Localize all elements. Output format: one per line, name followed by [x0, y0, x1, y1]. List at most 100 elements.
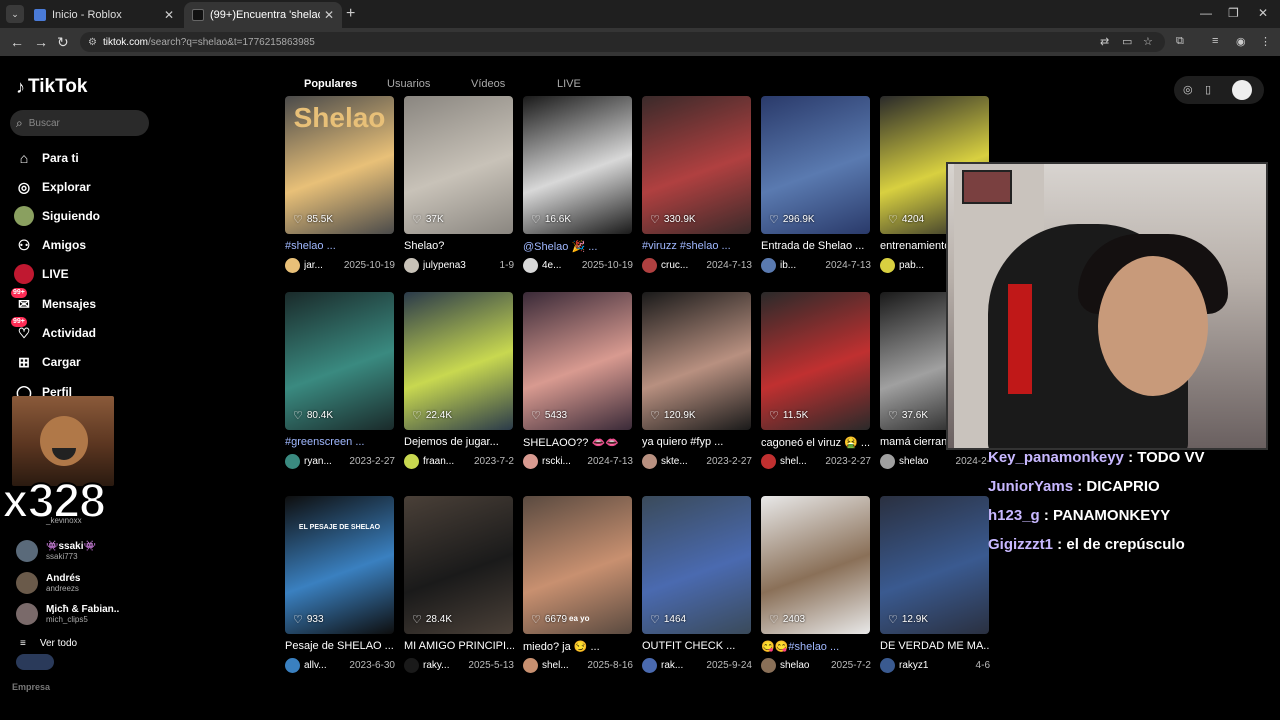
author-avatar[interactable] — [880, 258, 895, 273]
url-input[interactable]: ⚙ tiktok.com /search?q=shelao&t=17762158… — [80, 32, 1165, 52]
video-thumbnail[interactable]: ♡ 11.5K — [761, 292, 870, 430]
new-tab-icon[interactable]: + — [346, 5, 355, 23]
nav-para-ti[interactable]: ⌂ Para ti — [14, 148, 79, 168]
forward-icon[interactable]: → — [34, 34, 48, 50]
coins-icon[interactable]: ◎ — [1183, 83, 1193, 96]
video-thumbnail[interactable]: ♡ 296.9K — [761, 96, 870, 234]
minimize-icon[interactable]: — — [1200, 6, 1212, 20]
author-name[interactable]: 4e... — [542, 260, 578, 271]
author-avatar[interactable] — [523, 454, 538, 469]
author-avatar[interactable] — [880, 454, 895, 469]
video-title[interactable]: SHELAOO?? 👄👄 — [523, 436, 633, 450]
video-title[interactable]: OUTFIT CHECK ... — [642, 640, 752, 654]
author-avatar[interactable] — [404, 658, 419, 673]
site-info-icon[interactable]: ⚙ — [88, 37, 97, 48]
following-account[interactable]: Ӎicħ & Fabian.. mich_clips5 — [16, 603, 119, 625]
tiktok-logo[interactable]: ♪ TikTok — [16, 76, 87, 98]
video-card[interactable]: ♡ 120.9K ya quiero #fyp ... skte... 2023-2-2… — [642, 292, 752, 469]
browser-tab-roblox[interactable]: Inicio - Roblox ✕ — [26, 2, 182, 28]
author-name[interactable]: shel... — [542, 660, 583, 671]
video-title[interactable]: Dejemos de jugar... — [404, 436, 514, 450]
author-name[interactable]: rscki... — [542, 456, 583, 467]
close-window-icon[interactable]: ✕ — [1258, 6, 1268, 20]
author-name[interactable]: raky... — [423, 660, 464, 671]
profile-icon[interactable]: ◉ — [1236, 35, 1246, 48]
author-avatar[interactable] — [642, 454, 657, 469]
video-thumbnail[interactable]: EL PESAJE DE SHELAO ♡ 933 — [285, 496, 394, 634]
footer-empresa[interactable]: Empresa — [12, 682, 50, 692]
video-thumbnail[interactable]: ♡ 1464 — [642, 496, 751, 634]
author-name[interactable]: shel... — [780, 456, 821, 467]
video-card[interactable]: Shelao ♡ 85.5K #shelao ... jar... 2025-10-19 — [285, 96, 395, 273]
video-thumbnail[interactable]: ♡ 22.4K — [404, 292, 513, 430]
video-thumbnail[interactable]: ♡ 28.4K — [404, 496, 513, 634]
author-avatar[interactable] — [285, 454, 300, 469]
author-avatar[interactable] — [285, 258, 300, 273]
nav-siguiendo[interactable]: Siguiendo — [14, 206, 100, 226]
video-thumbnail[interactable]: ♡ 16.6K — [523, 96, 632, 234]
see-all-link[interactable]: ≡ Ver todo — [20, 638, 77, 649]
search-input[interactable]: ⌕ Buscar — [10, 110, 149, 136]
author-name[interactable]: julypena3 — [423, 260, 496, 271]
video-thumbnail[interactable]: ♡ 37K — [404, 96, 513, 234]
author-name[interactable]: allv... — [304, 660, 345, 671]
video-title[interactable]: #greenscreen ... — [285, 436, 395, 450]
nav-live[interactable]: LIVE — [14, 264, 69, 284]
video-title[interactable]: 😋😋#shelao ... — [761, 640, 871, 654]
author-name[interactable]: ib... — [780, 260, 821, 271]
video-card[interactable]: ea yo ♡ 6679 miedo? ja 😏 ... shel... 2025-8-1… — [523, 496, 633, 673]
extensions-icon[interactable]: ⧉ — [1176, 35, 1184, 48]
nav-explorar[interactable]: ◎ Explorar — [14, 177, 91, 197]
video-card[interactable]: ♡ 330.9K #viruzz #shelao ... cruc... 2024-7-… — [642, 96, 752, 273]
back-icon[interactable]: ← — [10, 34, 24, 50]
video-card[interactable]: ♡ 5433 SHELAOO?? 👄👄 rscki... 2024-7-13 — [523, 292, 633, 469]
video-title[interactable]: miedo? ja 😏 ... — [523, 640, 633, 654]
video-title[interactable]: #viruzz #shelao ... — [642, 240, 752, 254]
author-avatar[interactable] — [761, 454, 776, 469]
video-card[interactable]: ♡ 80.4K #greenscreen ... ryan... 2023-2-27 — [285, 292, 395, 469]
following-account[interactable]: Andrés andreezs — [16, 572, 80, 594]
author-avatar[interactable] — [880, 658, 895, 673]
video-title[interactable]: DE VERDAD ME MA... — [880, 640, 990, 654]
nav-cargar[interactable]: ⊞ Cargar — [14, 352, 81, 372]
author-avatar[interactable] — [523, 658, 538, 673]
nav-mensajes[interactable]: ✉ 99+ Mensajes — [11, 288, 96, 314]
video-card[interactable]: ♡ 16.6K @Shelao 🎉 ... 4e... 2025-10-19 — [523, 96, 633, 273]
author-avatar[interactable] — [404, 258, 419, 273]
tab-search-menu-icon[interactable]: ⌄ — [6, 5, 24, 23]
close-tab-icon[interactable]: ✕ — [164, 8, 174, 22]
video-thumbnail[interactable]: Shelao ♡ 85.5K — [285, 96, 394, 234]
author-name[interactable]: rak... — [661, 660, 702, 671]
following-account[interactable]: 👾ssaki👾 ssaki773 — [16, 540, 96, 562]
video-thumbnail[interactable]: ♡ 120.9K — [642, 292, 751, 430]
video-card[interactable]: ♡ 1464 OUTFIT CHECK ... rak... 2025-9-24 — [642, 496, 752, 673]
author-avatar[interactable] — [523, 258, 538, 273]
maximize-icon[interactable]: ❐ — [1228, 6, 1239, 20]
video-title[interactable]: Shelao? — [404, 240, 514, 254]
nav-actividad[interactable]: ♡ 99+ Actividad — [11, 317, 96, 343]
video-thumbnail[interactable]: ♡ 5433 — [523, 292, 632, 430]
author-name[interactable]: fraan... — [423, 456, 470, 467]
author-avatar[interactable] — [404, 454, 419, 469]
video-card[interactable]: ♡ 22.4K Dejemos de jugar... fraan... 2023-7-… — [404, 292, 514, 469]
author-avatar[interactable] — [761, 658, 776, 673]
cast-icon[interactable]: ▭ — [1122, 35, 1132, 48]
tab-live[interactable]: LIVE — [557, 78, 581, 90]
author-name[interactable]: shelao — [780, 660, 827, 671]
video-title[interactable]: #shelao ... — [285, 240, 395, 254]
browser-tab-tiktok[interactable]: (99+)Encuentra 'shelao' en TikT ✕ — [184, 2, 342, 28]
reload-icon[interactable]: ↻ — [57, 34, 69, 51]
media-icon[interactable]: ≡ — [1212, 35, 1218, 47]
author-name[interactable]: skte... — [661, 456, 702, 467]
video-card[interactable]: ♡ 28.4K MI AMIGO PRINCIPI... raky... 2025-5-… — [404, 496, 514, 673]
video-card[interactable]: ♡ 2403 😋😋#shelao ... shelao 2025-7-2 — [761, 496, 871, 673]
extension-toggle[interactable] — [16, 654, 54, 670]
video-thumbnail[interactable]: ♡ 80.4K — [285, 292, 394, 430]
author-avatar[interactable] — [761, 258, 776, 273]
video-title[interactable]: cagoneó el viruz 🤮 ... — [761, 436, 871, 450]
tab-populares[interactable]: Populares — [304, 78, 357, 90]
close-tab-icon[interactable]: ✕ — [324, 8, 334, 22]
author-avatar[interactable] — [285, 658, 300, 673]
video-title[interactable]: ya quiero #fyp ... — [642, 436, 752, 450]
video-thumbnail[interactable]: ♡ 330.9K — [642, 96, 751, 234]
